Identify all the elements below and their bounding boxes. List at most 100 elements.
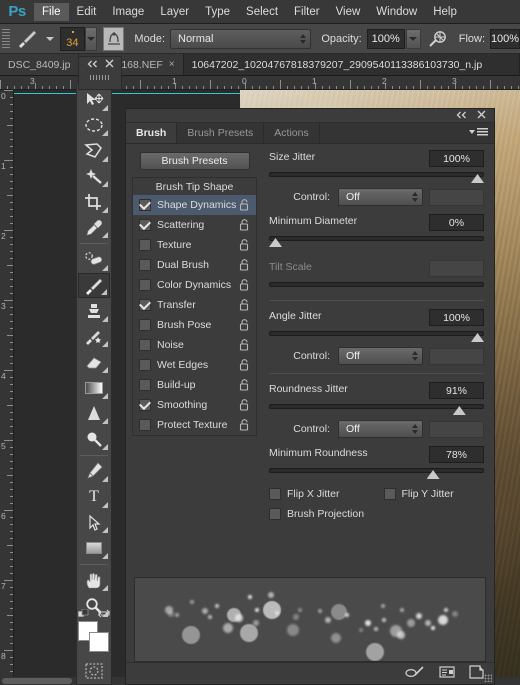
lock-icon[interactable] — [239, 279, 250, 294]
brush-option-checkbox[interactable] — [139, 219, 151, 231]
brush-size-stepper[interactable] — [85, 27, 97, 51]
lock-icon[interactable] — [239, 399, 250, 414]
tool-type[interactable]: T — [78, 484, 110, 510]
brush-option-build-up[interactable]: Build-up — [133, 375, 256, 395]
tool-blur[interactable] — [78, 401, 110, 427]
menu-item-help[interactable]: Help — [425, 3, 465, 21]
panel-menu-icon[interactable] — [469, 128, 488, 136]
brush-presets-button[interactable]: Brush Presets — [140, 152, 250, 170]
brush-option-checkbox[interactable] — [139, 379, 151, 391]
tilt-scale-value[interactable] — [429, 260, 484, 277]
brush-option-checkbox[interactable] — [139, 299, 151, 311]
brush-option-transfer[interactable]: Transfer — [133, 295, 256, 315]
minimum-diameter-slider[interactable] — [269, 234, 484, 246]
roundness-jitter-slider[interactable] — [269, 402, 484, 414]
toolbox-drag-grip[interactable] — [90, 75, 110, 80]
angle-jitter-control-extra[interactable] — [429, 348, 484, 365]
menu-item-image[interactable]: Image — [104, 3, 152, 21]
menu-item-type[interactable]: Type — [197, 3, 238, 21]
flip-y-jitter-row[interactable]: Flip Y Jitter — [384, 488, 454, 500]
tool-hand[interactable] — [78, 568, 110, 594]
tool-crop[interactable] — [78, 189, 110, 215]
brush-option-wet-edges[interactable]: Wet Edges — [133, 355, 256, 375]
close-icon[interactable]: × — [169, 59, 175, 70]
brush-option-checkbox[interactable] — [139, 399, 151, 411]
lock-icon[interactable] — [239, 239, 250, 254]
minimum-roundness-slider[interactable] — [269, 466, 484, 478]
menu-item-view[interactable]: View — [328, 3, 369, 21]
collapse-icon[interactable] — [87, 59, 98, 71]
tool-path-selection[interactable] — [78, 510, 110, 536]
default-colors-icon[interactable] — [78, 609, 89, 620]
brush-option-checkbox[interactable] — [139, 239, 151, 251]
roundness-jitter-control-select[interactable]: Off — [338, 420, 423, 438]
tool-move[interactable] — [78, 87, 110, 113]
tool-gradient[interactable] — [78, 375, 110, 401]
angle-jitter-slider[interactable] — [269, 329, 484, 341]
brush-option-checkbox[interactable] — [139, 339, 151, 351]
brush-option-checkbox[interactable] — [139, 319, 151, 331]
roundness-jitter-value[interactable]: 91% — [429, 382, 484, 399]
size-jitter-control-select[interactable]: Off — [338, 188, 423, 206]
size-jitter-slider[interactable] — [269, 170, 484, 182]
brush-option-texture[interactable]: Texture — [133, 235, 256, 255]
tool-spot-healing-brush[interactable] — [78, 247, 110, 273]
brush-tip-shape-header[interactable]: Brush Tip Shape — [132, 177, 257, 195]
brush-option-color-dynamics[interactable]: Color Dynamics — [133, 275, 256, 295]
minimum-diameter-value[interactable]: 0% — [429, 214, 484, 231]
brush-option-scattering[interactable]: Scattering — [133, 215, 256, 235]
brush-size-field[interactable]: 34 — [60, 27, 85, 51]
lock-icon[interactable] — [239, 339, 250, 354]
lock-icon[interactable] — [239, 319, 250, 334]
lock-icon[interactable] — [239, 299, 250, 314]
background-color-swatch[interactable] — [89, 632, 109, 652]
flip-x-jitter-row[interactable]: Flip X Jitter — [269, 488, 340, 500]
tool-elliptical-marquee[interactable] — [78, 113, 110, 139]
lock-icon[interactable] — [239, 259, 250, 274]
size-jitter-control-extra[interactable] — [429, 189, 484, 206]
lock-icon[interactable] — [239, 199, 250, 214]
lock-icon[interactable] — [239, 219, 250, 234]
brush-projection-row[interactable]: Brush Projection — [269, 508, 484, 520]
tool-rectangle[interactable] — [78, 535, 110, 561]
quick-mask-toggle[interactable] — [78, 658, 110, 684]
menu-item-file[interactable]: File — [34, 3, 69, 21]
brush-option-checkbox[interactable] — [139, 259, 151, 271]
flip-x-jitter-checkbox[interactable] — [269, 488, 281, 500]
angle-jitter-control-select[interactable]: Off — [338, 347, 423, 365]
new-preset-icon[interactable] — [439, 665, 455, 682]
flip-y-jitter-checkbox[interactable] — [384, 488, 396, 500]
new-brush-icon[interactable] — [469, 665, 484, 682]
brush-option-checkbox[interactable] — [139, 359, 151, 371]
brush-option-brush-pose[interactable]: Brush Pose — [133, 315, 256, 335]
menu-item-filter[interactable]: Filter — [286, 3, 328, 21]
minimum-roundness-value[interactable]: 78% — [429, 446, 484, 463]
tab-brush-presets[interactable]: Brush Presets — [177, 123, 264, 143]
tool-dodge[interactable] — [78, 426, 110, 452]
brush-option-shape-dynamics[interactable]: Shape Dynamics — [133, 195, 256, 215]
flow-field[interactable]: 100% — [490, 29, 520, 49]
tab-actions[interactable]: Actions — [264, 123, 319, 143]
tool-magic-wand[interactable] — [78, 164, 110, 190]
toggle-brush-icon[interactable] — [405, 665, 425, 682]
menu-item-edit[interactable]: Edit — [69, 3, 105, 21]
collapse-icon[interactable] — [456, 110, 467, 122]
brush-option-smoothing[interactable]: Smoothing — [133, 395, 256, 415]
tool-eyedropper[interactable] — [78, 215, 110, 241]
brush-option-protect-texture[interactable]: Protect Texture — [133, 415, 256, 435]
tool-lasso[interactable] — [78, 138, 110, 164]
menu-item-select[interactable]: Select — [238, 3, 286, 21]
lock-icon[interactable] — [239, 379, 250, 394]
brush-option-checkbox[interactable] — [139, 419, 151, 431]
lock-icon[interactable] — [239, 419, 250, 434]
panel-resize-grip[interactable] — [484, 674, 492, 682]
document-tab-2[interactable]: 10647202_10204767818379207_2909540113386… — [184, 54, 520, 75]
tool-brush[interactable] — [78, 273, 110, 299]
panel-title-bar[interactable] — [126, 109, 494, 123]
angle-jitter-value[interactable]: 100% — [429, 309, 484, 326]
tool-pen[interactable] — [78, 459, 110, 485]
opacity-dropdown-button[interactable] — [406, 29, 421, 49]
size-jitter-value[interactable]: 100% — [429, 150, 484, 167]
brush-option-checkbox[interactable] — [139, 199, 151, 211]
brush-option-dual-brush[interactable]: Dual Brush — [133, 255, 256, 275]
